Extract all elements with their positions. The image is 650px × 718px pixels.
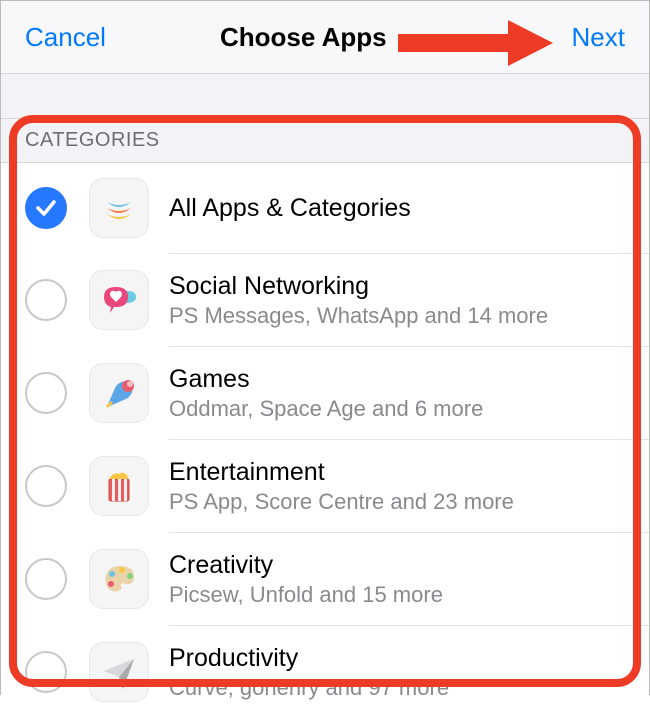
category-row-productivity[interactable]: Productivity Curve, gohenry and 97 more (1, 626, 649, 718)
checkbox-entertainment[interactable] (25, 465, 67, 507)
category-subtitle: Curve, gohenry and 97 more (169, 675, 633, 701)
next-button[interactable]: Next (572, 22, 625, 53)
checkbox-social-networking[interactable] (25, 279, 67, 321)
category-row-social-networking[interactable]: Social Networking PS Messages, WhatsApp … (1, 254, 649, 346)
category-row-creativity[interactable]: Creativity Picsew, Unfold and 15 more (1, 533, 649, 625)
all-apps-icon (89, 178, 149, 238)
checkbox-games[interactable] (25, 372, 67, 414)
category-title: Games (169, 365, 633, 394)
page-title: Choose Apps (220, 22, 387, 53)
checkbox-all-apps[interactable] (25, 187, 67, 229)
category-title: Productivity (169, 644, 633, 673)
category-title: All Apps & Categories (169, 194, 633, 223)
creativity-icon (89, 549, 149, 609)
entertainment-icon (89, 456, 149, 516)
categories-section-header: CATEGORIES (1, 118, 649, 163)
productivity-icon (89, 642, 149, 702)
games-icon (89, 363, 149, 423)
category-title: Entertainment (169, 458, 633, 487)
categories-list: All Apps & Categories Social Networ (1, 163, 649, 718)
category-subtitle: Picsew, Unfold and 15 more (169, 582, 633, 608)
category-title: Social Networking (169, 272, 633, 301)
category-row-games[interactable]: Games Oddmar, Space Age and 6 more (1, 347, 649, 439)
category-title: Creativity (169, 551, 633, 580)
social-networking-icon (89, 270, 149, 330)
category-subtitle: PS Messages, WhatsApp and 14 more (169, 303, 633, 329)
category-row-entertainment[interactable]: Entertainment PS App, Score Centre and 2… (1, 440, 649, 532)
checkbox-creativity[interactable] (25, 558, 67, 600)
cancel-button[interactable]: Cancel (25, 22, 106, 53)
category-row-all-apps[interactable]: All Apps & Categories (1, 163, 649, 253)
category-subtitle: Oddmar, Space Age and 6 more (169, 396, 633, 422)
checkbox-productivity[interactable] (25, 651, 67, 693)
navigation-bar: Cancel Choose Apps Next (1, 1, 649, 74)
category-subtitle: PS App, Score Centre and 23 more (169, 489, 633, 515)
